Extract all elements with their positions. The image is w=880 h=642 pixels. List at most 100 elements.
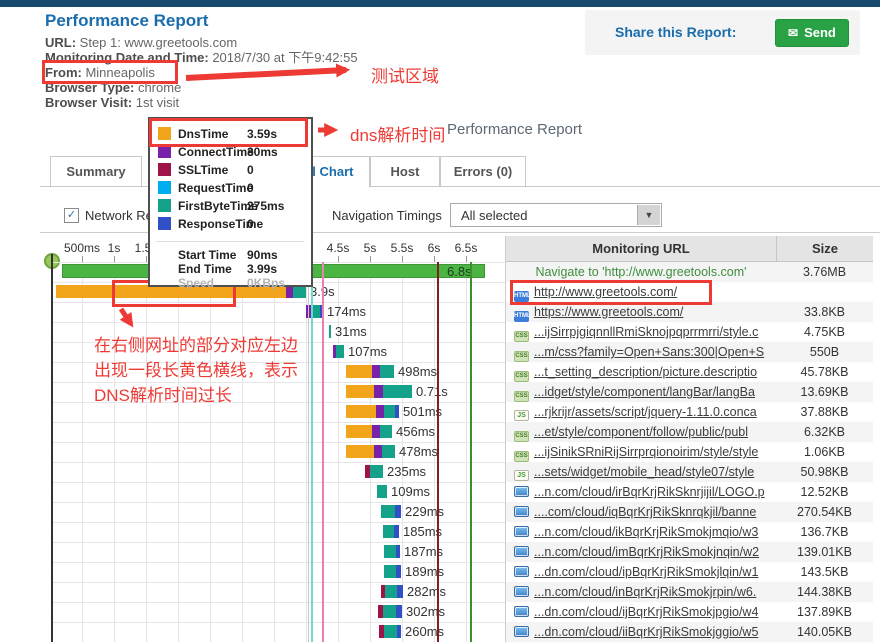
network-requests-checkbox[interactable]: ✓ [64,208,79,223]
firstbyte-time-bar [384,405,395,418]
envelope-icon: ✉ [788,26,798,40]
css-file-icon: CSS [514,391,529,402]
monitoring-url-link[interactable]: ...ijSinikSRniRijSirrprqionoirim/style/s… [534,445,758,459]
url-cell: CSS...ijSirrpjgiqnnllRmiSknojpqprrmrri/s… [506,322,776,342]
info-label: URL: [45,35,76,50]
request-time-label: 456ms [396,422,435,442]
monitoring-url-link[interactable]: ...dn.com/cloud/iiBqrKrjRikSmokjggio/w5 [534,625,758,639]
tooltip-timing-row: FirstByteTime275ms [150,197,311,215]
send-button[interactable]: ✉Send [775,19,849,47]
monitoring-url-link[interactable]: ...sets/widget/mobile_head/style07/style [534,465,754,479]
column-header-monitoring-url: Monitoring URL [506,236,776,262]
monitoring-url-link[interactable]: ....com/cloud/iqBqrKrjRikSknrqkjil/banne [534,505,756,519]
dns-time-bar [346,385,374,398]
img-file-icon [514,586,529,597]
css-file-icon: CSS [514,371,529,382]
url-cell: ....com/cloud/iqBqrKrjRikSknrqkjil/banne [506,502,776,522]
annotation-dns-time: dns解析时间 [350,121,445,146]
size-cell: 37.88KB [776,402,873,422]
monitoring-url-link[interactable]: ...n.com/cloud/irBqrKrjRikSknrjijil/LOGO… [534,485,765,499]
waterfall-chart: 500ms1s1.5s2s2.5s3s3.5s4s4.5s5s5.5s6s6.5… [40,236,505,642]
axis-tick-label: 6.5s [444,241,488,255]
tab-summary[interactable]: Summary [50,156,142,187]
tooltip-metric-name: RequestTime [178,181,253,195]
dom-complete-marker [437,262,439,642]
chevron-down-icon[interactable]: ▼ [637,205,660,225]
monitoring-url-link[interactable]: ...rjkrijr/assets/script/jquery-1.11.0.c… [534,405,757,419]
monitoring-url-link[interactable]: ...dn.com/cloud/ijBqrKrjRikSmokjpgio/w4 [534,605,758,619]
monitoring-url-link[interactable]: ...et/style/component/follow/public/publ [534,425,748,439]
url-cell: CSS...m/css?family=Open+Sans:300|Open+S [506,342,776,362]
response-time-bar [395,505,401,518]
url-cell: HTML https://www.greetools.com/ [506,302,776,322]
monitoring-url-link[interactable]: ...n.com/cloud/ikBqrKrjRikSmokjmqio/w3 [534,525,758,539]
monitoring-url-link[interactable]: https://www.greetools.com/ [534,305,683,319]
table-row: ...n.com/cloud/ikBqrKrjRikSmokjmqio/w3 13… [506,522,873,542]
request-time-label: 478ms [399,442,438,462]
img-file-icon [514,626,529,637]
monitoring-url-link[interactable]: ...dn.com/cloud/ipBqrKrjRikSmokjlqin/w1 [534,565,758,579]
annotation-explanation-line: DNS解析时间过长 [94,383,298,408]
connect-time-bar [372,425,380,438]
firstbyte-time-bar [384,565,396,578]
size-cell: 33.8KB [776,302,873,322]
grid-line-vertical [466,262,467,642]
table-row: ...dn.com/cloud/ijBqrKrjRikSmokjpgio/w41… [506,602,873,622]
css-file-icon: CSS [514,451,529,462]
tooltip-metric-name: FirstByteTime [178,199,258,213]
img-file-icon [514,566,529,577]
timing-marker-cyan [311,262,313,642]
navigation-timings-select[interactable]: All selected ▼ [450,203,662,227]
request-time-label: 107ms [348,342,387,362]
js-file-icon: JS [514,410,529,421]
timing-marker-pink [322,262,324,642]
report-info-line: Browser Visit: 1st visit [45,95,358,110]
monitoring-url-link[interactable]: ...ijSirrpjgiqnnllRmiSknojpqprrmrri/styl… [534,325,758,339]
monitoring-url-link[interactable]: ...t_setting_description/picture.descrip… [534,365,757,379]
request-time-label: 282ms [407,582,446,602]
info-value: Step 1: www.greetools.com [76,35,237,50]
table-row: CSS...ijSirrpjgiqnnllRmiSknojpqprrmrri/s… [506,322,873,342]
connect-time-bar [376,405,384,418]
url-cell: ...n.com/cloud/ikBqrKrjRikSmokjmqio/w3 [506,522,776,542]
tab-host[interactable]: Host [370,156,440,187]
firstbyte-time-bar [381,505,395,518]
monitoring-url-link[interactable]: ...m/css?family=Open+Sans:300|Open+S [534,345,764,359]
table-row: ...dn.com/cloud/ipBqrKrjRikSmokjlqin/w1 1… [506,562,873,582]
share-report-box: Share this Report: ✉Send [585,10,860,55]
request-time-label: 498ms [398,362,437,382]
monitoring-url-link[interactable]: ...n.com/cloud/imBqrKrjRikSmokjnqin/w2 [534,545,759,559]
dns-time-bar [346,365,372,378]
table-row: HTML https://www.greetools.com/33.8KB [506,302,873,322]
tooltip-divider [156,241,304,242]
firstbyte-time-bar [370,465,383,478]
performance-report-page: { "header": { "title": "Performance Repo… [0,0,880,642]
size-cell: 45.78KB [776,362,873,382]
connect-time-bar [374,385,383,398]
connect-time-bar [374,445,382,458]
monitoring-url-link[interactable]: ...n.com/cloud/inBqrKrjRikSmokjrpin/w6. [534,585,756,599]
request-time-label: 174ms [327,302,366,322]
firstbyte-time-bar [329,325,331,338]
table-row: CSS ...idget/style/component/langBar/lang… [506,382,873,402]
size-cell: 143.5KB [776,562,873,582]
size-cell: 140.05KB [776,622,873,642]
table-row: CSS ...t_setting_description/picture.desc… [506,362,873,382]
tooltip-metric-name: Speed [178,276,214,290]
table-row: ...dn.com/cloud/iiBqrKrjRikSmokjggio/w5 1… [506,622,873,642]
html-file-icon: HTML [514,311,529,322]
url-cell: CSS ...ijSinikSRniRijSirrprqionoirim/styl… [506,442,776,462]
url-cell: CSS...et/style/component/follow/public/p… [506,422,776,442]
firstbyte-time-bar [380,365,394,378]
size-cell: 136.7KB [776,522,873,542]
firstbyte-time-bar [383,385,412,398]
size-cell: 6.32KB [776,422,873,442]
monitoring-url-link[interactable]: ...idget/style/component/langBar/langBa [534,385,755,399]
grid-line-vertical [306,262,307,642]
size-cell: 4.75KB [776,322,873,342]
tab-errors-0[interactable]: Errors (0) [440,156,526,187]
url-cell: JS ...rjkrijr/assets/script/jquery-1.11.0… [506,402,776,422]
grid-line-vertical [274,262,275,642]
tooltip-metric-name: ConnectTime [178,145,254,159]
tooltip-metric-value: 0 [247,163,254,177]
